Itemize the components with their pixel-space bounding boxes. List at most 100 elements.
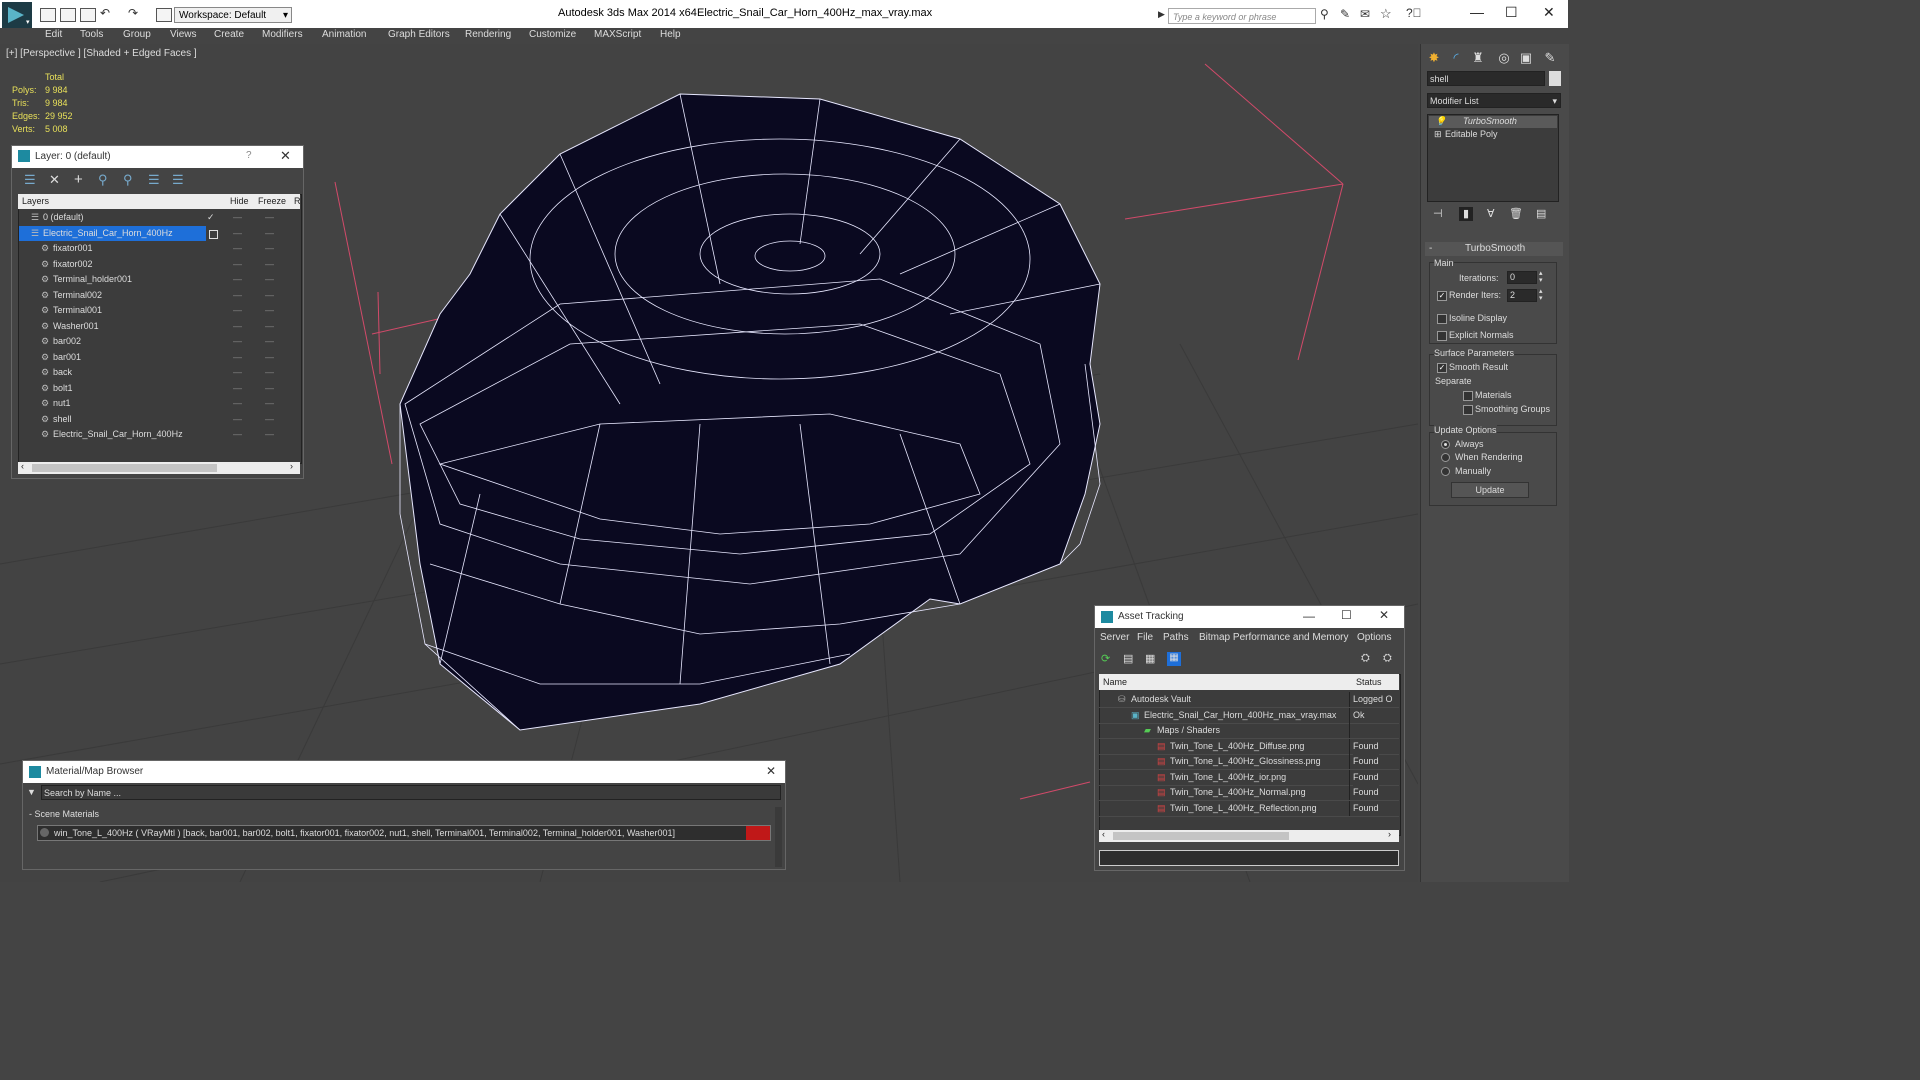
layer-row[interactable]: ⚙ fixator002 — — (19, 257, 301, 272)
layer-row[interactable]: ⚙ fixator001 — — (19, 241, 301, 256)
display-tab-icon[interactable]: ▣ (1517, 50, 1535, 66)
asset-row[interactable]: ▤ Twin_Tone_L_400Hz_ior.png Found (1099, 769, 1399, 786)
modify-tab-icon[interactable]: ◜ (1447, 50, 1465, 66)
menu-maxscript[interactable]: MAXScript (594, 29, 641, 40)
search-input[interactable]: Type a keyword or phrase (1168, 8, 1316, 24)
explicit-normals-checkbox[interactable] (1437, 331, 1447, 341)
layer-row[interactable]: ⚙ Terminal001 — — (19, 303, 301, 318)
freeze-all-layers-icon[interactable]: ☰ (172, 172, 184, 188)
remove-modifier-icon[interactable]: 🗑 (1509, 207, 1523, 220)
freeze-toggle[interactable]: — (265, 226, 274, 241)
asset-menu-server[interactable]: Server (1100, 630, 1129, 646)
create-layer-icon[interactable]: ☰ (24, 172, 36, 188)
object-color-swatch[interactable] (1549, 71, 1561, 86)
layer-row[interactable]: ⚙ bar002 — — (19, 334, 301, 349)
current-layer-check-icon[interactable]: ✓ (207, 210, 215, 225)
iterations-spinner[interactable]: 0 (1507, 271, 1537, 284)
vertical-scrollbar[interactable] (775, 807, 782, 867)
set-current-layer-box[interactable] (209, 229, 218, 239)
update-button[interactable]: Update (1451, 482, 1529, 498)
open-file-icon[interactable] (60, 8, 76, 22)
spinner-arrows-icon[interactable]: ▴ ▾ (1539, 270, 1543, 284)
freeze-toggle[interactable]: — (265, 381, 274, 396)
motion-tab-icon[interactable]: ◎ (1495, 50, 1513, 66)
close-icon[interactable]: ✕ (1543, 4, 1555, 21)
smoothing-groups-checkbox[interactable] (1463, 405, 1473, 415)
material-search-input[interactable]: Search by Name ... (41, 785, 781, 800)
close-icon[interactable]: ✕ (766, 764, 776, 778)
configure-sets-icon[interactable]: ▤ (1536, 207, 1546, 220)
project-folder-icon[interactable] (156, 8, 172, 22)
asset-row[interactable]: ▤ Twin_Tone_L_400Hz_Glossiness.png Found (1099, 754, 1399, 770)
scroll-left-icon[interactable]: ‹ (1102, 829, 1105, 839)
layer-row[interactable]: ⚙ back — — (19, 365, 301, 380)
asset-menu-bitmap-performance[interactable]: Bitmap Performance and Memory (1199, 630, 1349, 646)
hide-toggle[interactable]: — (233, 226, 242, 241)
asset-path-field[interactable] (1099, 850, 1399, 866)
asset-row[interactable]: ▤ Twin_Tone_L_400Hz_Normal.png Found (1099, 785, 1399, 801)
minimize-icon[interactable]: — (1303, 609, 1315, 623)
menu-modifiers[interactable]: Modifiers (262, 29, 303, 40)
freeze-toggle[interactable]: — (265, 412, 274, 427)
make-unique-icon[interactable]: ∀ (1487, 207, 1495, 220)
freeze-toggle[interactable]: — (265, 257, 274, 272)
create-tab-icon[interactable]: ✸ (1425, 50, 1443, 66)
hide-toggle[interactable]: — (233, 381, 242, 396)
menu-create[interactable]: Create (214, 29, 244, 40)
update-when-rendering-radio[interactable] (1441, 453, 1450, 462)
menu-animation[interactable]: Animation (322, 29, 366, 40)
render-iters-checkbox[interactable]: ✓ (1437, 291, 1447, 301)
vault-checkin-icon[interactable]: ⛭ (1361, 652, 1370, 665)
close-icon[interactable]: ✕ (280, 148, 291, 164)
scroll-right-icon[interactable]: › (290, 461, 293, 471)
utilities-tab-icon[interactable]: ✎ (1541, 50, 1559, 66)
col-render[interactable]: R (294, 194, 301, 209)
col-hide[interactable]: Hide (230, 194, 249, 209)
subscription-icon[interactable]: ✎ (1340, 7, 1350, 21)
materials-checkbox[interactable] (1463, 391, 1473, 401)
layer-row[interactable]: ☰ Electric_Snail_Car_Horn_400Hz — — (19, 225, 274, 241)
freeze-toggle[interactable]: — (265, 241, 274, 256)
menu-rendering[interactable]: Rendering (465, 29, 511, 40)
layer-row[interactable]: ⚙ Electric_Snail_Car_Horn_400Hz — — (19, 427, 301, 442)
refresh-icon[interactable]: ⟳ (1101, 652, 1110, 665)
material-row[interactable]: win_Tone_L_400Hz ( VRayMtl ) [back, bar0… (37, 825, 771, 841)
scroll-left-icon[interactable]: ‹ (21, 461, 24, 471)
hide-toggle[interactable]: — (233, 319, 242, 334)
isoline-display-checkbox[interactable] (1437, 314, 1447, 324)
detail-view-icon[interactable]: ▦ (1145, 652, 1155, 665)
menu-graph-editors[interactable]: Graph Editors (388, 29, 450, 40)
col-layers[interactable]: Layers (22, 194, 49, 209)
binoculars-icon[interactable]: ⚲ (1320, 7, 1329, 21)
show-end-result-icon[interactable]: ▮ (1459, 207, 1473, 221)
add-to-layer-icon[interactable]: + (74, 171, 83, 188)
list-view-icon[interactable]: ▤ (1123, 652, 1133, 665)
menu-customize[interactable]: Customize (529, 29, 576, 40)
freeze-toggle[interactable]: — (265, 210, 274, 225)
table-view-icon[interactable]: ▦ (1167, 652, 1181, 666)
layer-row[interactable]: ☰ 0 (default) ✓ — — (19, 210, 301, 225)
menu-help[interactable]: Help (660, 29, 681, 40)
maximize-icon[interactable]: ☐ (1505, 4, 1518, 21)
freeze-toggle[interactable]: — (265, 319, 274, 334)
asset-row[interactable]: ⛁ Autodesk Vault Logged O (1099, 692, 1399, 708)
favorites-star-icon[interactable]: ☆ (1380, 6, 1392, 22)
hide-toggle[interactable]: — (233, 257, 242, 272)
minimize-icon[interactable]: — (1470, 4, 1484, 20)
freeze-toggle[interactable]: — (265, 350, 274, 365)
save-file-icon[interactable] (80, 8, 96, 22)
undo-icon[interactable]: ↶ (100, 6, 110, 20)
horizontal-scrollbar[interactable]: ‹ › (18, 461, 300, 474)
hide-toggle[interactable]: — (233, 350, 242, 365)
redo-icon[interactable]: ↷ (128, 6, 138, 20)
menu-views[interactable]: Views (170, 29, 197, 40)
hide-toggle[interactable]: — (233, 272, 242, 287)
modifier-list-dropdown[interactable]: Modifier List ▾ (1427, 93, 1561, 108)
col-status[interactable]: Status (1356, 674, 1382, 690)
col-freeze[interactable]: Freeze (258, 194, 286, 209)
layer-row[interactable]: ⚙ Washer001 — — (19, 319, 301, 334)
communication-icon[interactable]: ✉ (1360, 7, 1370, 21)
render-iters-spinner[interactable]: 2 (1507, 289, 1537, 302)
layer-row[interactable]: ⚙ bar001 — — (19, 350, 301, 365)
help-icon[interactable]: ?⃝ (1406, 6, 1422, 20)
